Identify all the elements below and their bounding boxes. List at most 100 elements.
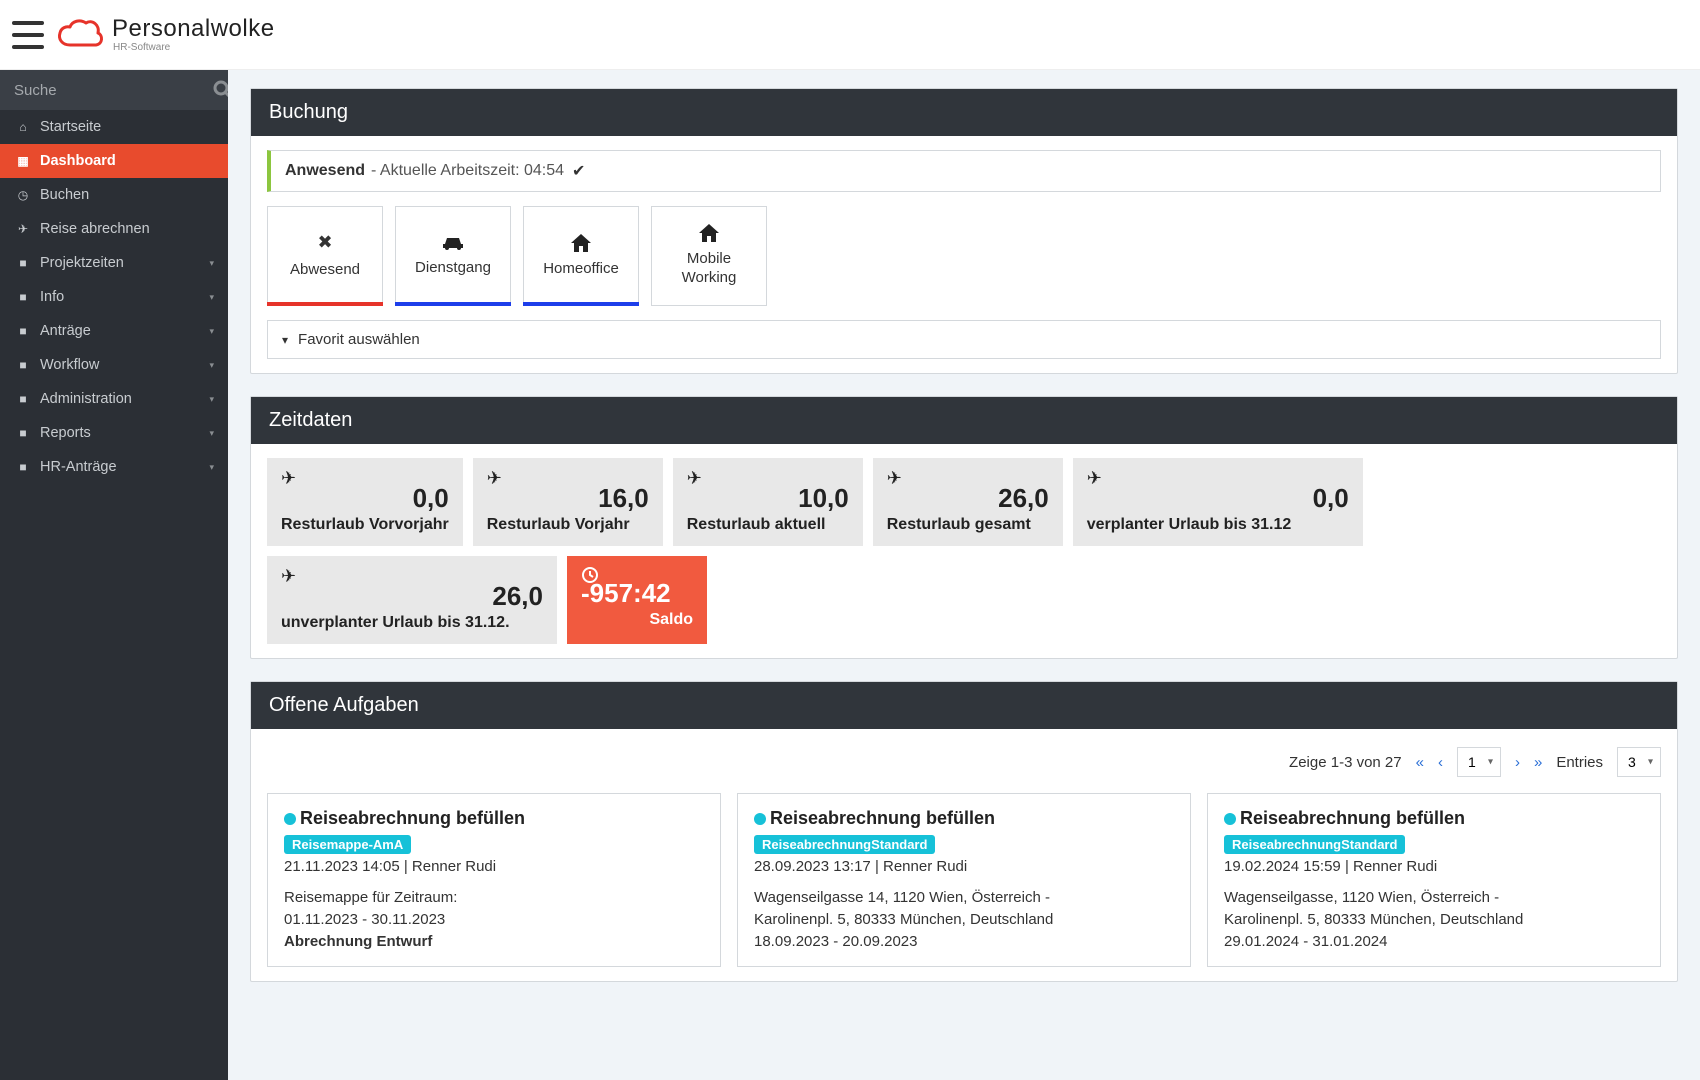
presence-status-label: Anwesend	[285, 162, 365, 180]
tile-label: Homeoffice	[537, 260, 625, 279]
task-badge: Reisemappe-AmA	[284, 835, 411, 854]
status-tile-dienstgang[interactable]: Dienstgang	[395, 206, 511, 306]
chevron-down-icon: ▾	[209, 326, 214, 337]
folder-icon: ■	[14, 392, 32, 406]
status-tile-homeoffice[interactable]: Homeoffice	[523, 206, 639, 306]
entries-label: Entries	[1556, 754, 1603, 771]
chevron-down-icon: ▾	[209, 360, 214, 371]
chevron-down-icon: ▾	[209, 292, 214, 303]
nav-hr-antraege[interactable]: ■HR-Anträge▾	[0, 450, 228, 484]
sidebar: ⌂ Startseite ▦ Dashboard ◷Buchen ✈ Reise ab…	[0, 70, 228, 1080]
folder-icon: ■	[14, 290, 32, 304]
pager-row: Zeige 1-3 von 27 « ‹ 1 › » Entries	[267, 743, 1661, 793]
clock-icon: ◷	[14, 188, 32, 202]
status-dot-icon	[1224, 813, 1236, 825]
nav-antraege[interactable]: ■Anträge▾	[0, 314, 228, 348]
zd-tile-resturlaub-aktuell[interactable]: ✈ 10,0 Resturlaub aktuell	[673, 458, 863, 546]
aufgaben-panel: Offene Aufgaben Zeige 1-3 von 27 « ‹ 1 ›	[250, 681, 1678, 982]
nav-label: Reise abrechnen	[40, 221, 150, 237]
task-meta: 28.09.2023 13:17 | Renner Rudi	[754, 858, 1174, 875]
zd-label: Resturlaub Vorvorjahr	[281, 516, 449, 534]
tile-underline	[523, 302, 639, 306]
brand-subtitle: HR-Software	[113, 43, 275, 53]
main-content: Buchung Anwesend - Aktuelle Arbeitszeit:…	[228, 70, 1700, 1080]
nav-label: Dashboard	[40, 153, 116, 169]
task-title: Reiseabrechnung befüllen	[300, 808, 525, 829]
zd-value: -957:42	[581, 578, 693, 609]
page-select[interactable]: 1	[1457, 747, 1501, 777]
task-card[interactable]: Reiseabrechnung befüllen Reiseabrechnung…	[1207, 793, 1661, 967]
folder-icon: ■	[14, 460, 32, 474]
plane-icon: ✈	[14, 222, 32, 236]
zd-tile-resturlaub-vorvorjahr[interactable]: ✈ 0,0 Resturlaub Vorvorjahr	[267, 458, 463, 546]
chevron-down-icon: ▾	[209, 394, 214, 405]
search-input[interactable]	[14, 82, 213, 99]
task-badge: ReiseabrechnungStandard	[1224, 835, 1405, 854]
zd-value: 16,0	[487, 483, 649, 514]
chevron-down-icon: ▾	[209, 258, 214, 269]
tile-underline	[395, 302, 511, 306]
nav-reports[interactable]: ■Reports▾	[0, 416, 228, 450]
nav-reise-abrechnen[interactable]: ✈ Reise abrechnen	[0, 212, 228, 246]
tile-label: Abwesend	[284, 261, 366, 280]
nav-startseite[interactable]: ⌂ Startseite	[0, 110, 228, 144]
folder-icon: ■	[14, 256, 32, 270]
entries-select[interactable]: 3	[1617, 747, 1661, 777]
hamburger-menu-button[interactable]	[12, 21, 44, 49]
sidebar-nav: ⌂ Startseite ▦ Dashboard ◷Buchen ✈ Reise ab…	[0, 110, 228, 484]
nav-projektzeiten[interactable]: ■ Projektzeiten ▾	[0, 246, 228, 280]
status-tile-abwesend[interactable]: ✖ Abwesend	[267, 206, 383, 306]
task-badge: ReiseabrechnungStandard	[754, 835, 935, 854]
pager-prev-button[interactable]: ‹	[1438, 754, 1443, 771]
task-title: Reiseabrechnung befüllen	[1240, 808, 1465, 829]
nav-info[interactable]: ■Info▾	[0, 280, 228, 314]
status-tile-mobile-working[interactable]: Mobile Working	[651, 206, 767, 306]
pager-next-button[interactable]: ›	[1515, 754, 1520, 771]
brand-logo[interactable]: Personalwolke HR-Software	[56, 17, 275, 53]
chevron-down-icon: ▾	[282, 333, 288, 347]
zeitdaten-header: Zeitdaten	[251, 397, 1677, 444]
folder-icon: ■	[14, 358, 32, 372]
nav-administration[interactable]: ■Administration▾	[0, 382, 228, 416]
zd-tile-resturlaub-gesamt[interactable]: ✈ 26,0 Resturlaub gesamt	[873, 458, 1063, 546]
chevron-down-icon: ▾	[209, 462, 214, 473]
zd-tile-verplanter-urlaub[interactable]: ✈ 0,0 verplanter Urlaub bis 31.12	[1073, 458, 1363, 546]
pager-last-button[interactable]: »	[1534, 754, 1542, 771]
zd-value: 26,0	[281, 581, 543, 612]
grid-icon: ▦	[14, 154, 32, 168]
zd-tile-unverplanter-urlaub[interactable]: ✈ 26,0 unverplanter Urlaub bis 31.12.	[267, 556, 557, 644]
nav-label: Anträge	[40, 323, 91, 339]
nav-buchen[interactable]: ◷Buchen	[0, 178, 228, 212]
nav-label: Startseite	[40, 119, 101, 135]
zd-label: Resturlaub gesamt	[887, 516, 1049, 534]
nav-dashboard[interactable]: ▦ Dashboard	[0, 144, 228, 178]
car-icon	[442, 235, 464, 251]
nav-label: Reports	[40, 425, 91, 441]
task-card[interactable]: Reiseabrechnung befüllen Reisemappe-AmA …	[267, 793, 721, 967]
task-card[interactable]: Reiseabrechnung befüllen Reiseabrechnung…	[737, 793, 1191, 967]
check-icon: ✔	[572, 161, 585, 181]
zd-tile-saldo[interactable]: -957:42 Saldo	[567, 556, 707, 644]
brand-name: Personalwolke	[112, 17, 275, 41]
nav-label: Workflow	[40, 357, 99, 373]
home-icon: ⌂	[14, 120, 32, 134]
zd-label: verplanter Urlaub bis 31.12	[1087, 516, 1349, 534]
task-description: Wagenseilgasse, 1120 Wien, Österreich - …	[1224, 887, 1644, 952]
tile-underline	[267, 302, 383, 306]
zd-value: 26,0	[887, 483, 1049, 514]
zd-label: Saldo	[581, 611, 693, 629]
zeitdaten-panel: Zeitdaten ✈ 0,0 Resturlaub Vorvorjahr ✈ …	[250, 396, 1678, 659]
nav-label: Projektzeiten	[40, 255, 124, 271]
zd-value: 0,0	[281, 483, 449, 514]
folder-icon: ■	[14, 426, 32, 440]
buchung-header: Buchung	[251, 89, 1677, 136]
favorit-select-row[interactable]: ▾ Favorit auswählen	[267, 320, 1661, 359]
task-meta: 21.11.2023 14:05 | Renner Rudi	[284, 858, 704, 875]
zd-tile-resturlaub-vorjahr[interactable]: ✈ 16,0 Resturlaub Vorjahr	[473, 458, 663, 546]
zd-value: 10,0	[687, 483, 849, 514]
presence-status-row: Anwesend - Aktuelle Arbeitszeit: 04:54 ✔	[267, 150, 1661, 192]
pager-first-button[interactable]: «	[1416, 754, 1424, 771]
house-icon	[699, 224, 719, 242]
nav-workflow[interactable]: ■ Workflow ▾	[0, 348, 228, 382]
task-meta: 19.02.2024 15:59 | Renner Rudi	[1224, 858, 1644, 875]
